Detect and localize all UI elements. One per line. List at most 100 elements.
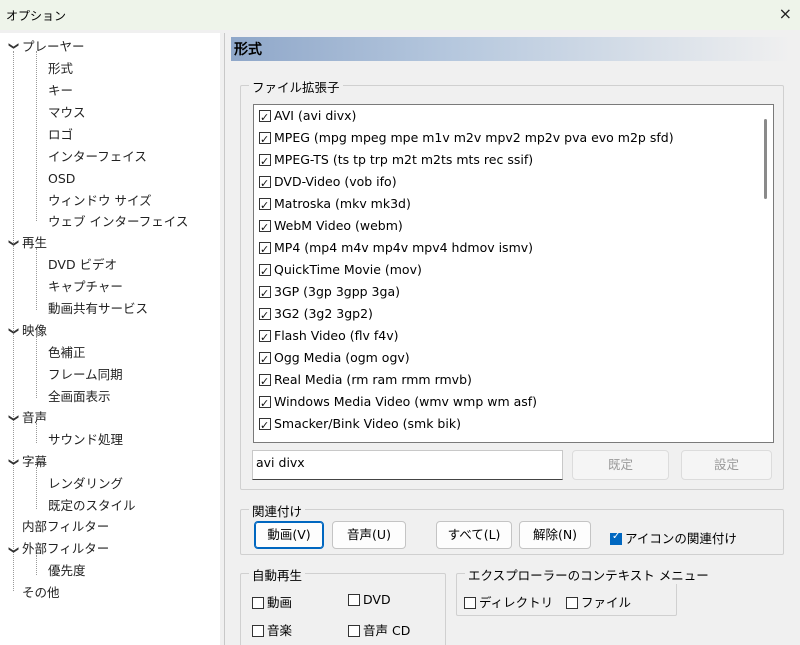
- checkbox[interactable]: [566, 597, 578, 609]
- checkbox[interactable]: [259, 107, 271, 129]
- tree-item-internal-filters[interactable]: 内部フィルター: [22, 517, 109, 537]
- remove-assoc-button[interactable]: 解除(N): [519, 521, 591, 549]
- icon-assoc-checkbox[interactable]: アイコンの関連付け: [610, 528, 737, 547]
- chevron-down-icon[interactable]: ❯: [8, 326, 19, 336]
- chevron-down-icon[interactable]: ❯: [8, 457, 19, 467]
- checkbox[interactable]: [259, 327, 271, 349]
- extensions-input[interactable]: avi divx: [252, 450, 563, 480]
- list-item[interactable]: Matroska (mkv mk3d): [259, 193, 411, 217]
- autoplay-video-checkbox[interactable]: 動画: [252, 592, 292, 611]
- chevron-down-icon[interactable]: ❯: [8, 238, 19, 248]
- chevron-down-icon[interactable]: ❯: [8, 545, 19, 555]
- list-item[interactable]: AVI (avi divx): [259, 105, 356, 129]
- tree-item-web-interface[interactable]: ウェブ インターフェイス: [48, 212, 188, 232]
- tree-item-logo[interactable]: ロゴ: [48, 125, 73, 145]
- set-button[interactable]: 設定: [681, 450, 772, 480]
- tree-item-external-filters[interactable]: 外部フィルター: [22, 539, 109, 559]
- tree-guide-line: [36, 248, 37, 310]
- tree-item-fullscreen[interactable]: 全画面表示: [48, 387, 111, 407]
- checkbox[interactable]: [252, 625, 264, 637]
- audio-assoc-button[interactable]: 音声(U): [332, 521, 406, 549]
- list-item[interactable]: MPEG-TS (ts tp trp m2t m2ts mts rec ssif…: [259, 149, 533, 173]
- list-item[interactable]: Windows Media Video (wmv wmp wm asf): [259, 391, 537, 415]
- video-assoc-button[interactable]: 動画(V): [254, 521, 324, 549]
- options-tree: ❯ プレーヤー 形式 キー マウス ロゴ インターフェイス OSD ウィンドウ …: [0, 33, 220, 645]
- list-item[interactable]: Flash Video (flv f4v): [259, 325, 398, 349]
- tree-item-keys[interactable]: キー: [48, 81, 73, 101]
- checkbox[interactable]: [259, 393, 271, 415]
- autoplay-group-label: 自動再生: [249, 565, 306, 584]
- settings-panel: 形式 ファイル拡張子 AVI (avi divx) MPEG (mpg mpeg…: [224, 33, 800, 645]
- tree-item-player[interactable]: プレーヤー: [22, 37, 85, 57]
- default-button[interactable]: 既定: [572, 450, 669, 480]
- list-item[interactable]: 3G2 (3g2 3gp2): [259, 303, 373, 327]
- tree-item-frame-sync[interactable]: フレーム同期: [48, 365, 123, 385]
- close-icon[interactable]: ×: [779, 4, 792, 23]
- tree-item-other[interactable]: その他: [22, 583, 60, 603]
- tree-item-video-sharing[interactable]: 動画共有サービス: [48, 299, 148, 319]
- list-item-label: 3GP (3gp 3gpp 3ga): [274, 284, 400, 299]
- window-title: オプション: [6, 9, 67, 23]
- list-item[interactable]: Ogg Media (ogm ogv): [259, 347, 410, 371]
- tree-item-window-size[interactable]: ウィンドウ サイズ: [48, 191, 152, 211]
- checkbox[interactable]: [259, 415, 271, 437]
- list-item[interactable]: MP4 (mp4 m4v mp4v mpv4 hdmov ismv): [259, 237, 534, 261]
- tree-item-sound-processing[interactable]: サウンド処理: [48, 430, 123, 450]
- list-item[interactable]: Smacker/Bink Video (smk bik): [259, 413, 461, 437]
- list-item[interactable]: 3GP (3gp 3gpp 3ga): [259, 281, 400, 305]
- checkbox-label: 音声 CD: [363, 623, 411, 638]
- checkbox[interactable]: [259, 239, 271, 261]
- tree-item-audio[interactable]: 音声: [22, 408, 47, 428]
- tree-item-color-correction[interactable]: 色補正: [48, 343, 86, 363]
- checkbox[interactable]: [259, 283, 271, 305]
- tree-item-video[interactable]: 映像: [22, 321, 47, 341]
- chevron-down-icon[interactable]: ❯: [8, 41, 19, 51]
- checkbox-label: 動画: [267, 595, 293, 610]
- list-item[interactable]: QuickTime Movie (mov): [259, 259, 422, 283]
- checkbox[interactable]: [259, 195, 271, 217]
- checkbox[interactable]: [252, 597, 264, 609]
- tree-item-format[interactable]: 形式: [48, 59, 73, 79]
- checkbox[interactable]: [259, 217, 271, 239]
- tree-item-dvd-video[interactable]: DVD ビデオ: [48, 255, 117, 275]
- list-item[interactable]: MPEG (mpg mpeg mpe m1v m2v mpv2 mp2v pva…: [259, 127, 674, 151]
- checkbox[interactable]: [348, 594, 360, 606]
- tree-item-subtitles[interactable]: 字幕: [22, 452, 47, 472]
- tree-item-osd[interactable]: OSD: [48, 169, 75, 189]
- tree-item-playback[interactable]: 再生: [22, 233, 47, 253]
- checkbox[interactable]: [259, 305, 271, 327]
- autoplay-audio-cd-checkbox[interactable]: 音声 CD: [348, 620, 410, 639]
- tree-guide-line: [36, 336, 37, 398]
- list-item-label: MP4 (mp4 m4v mp4v mpv4 hdmov ismv): [274, 240, 534, 255]
- checkbox[interactable]: [610, 531, 622, 545]
- tree-item-mouse[interactable]: マウス: [48, 103, 86, 123]
- checkbox[interactable]: [259, 173, 271, 195]
- chevron-down-icon[interactable]: ❯: [8, 413, 19, 423]
- all-assoc-button[interactable]: すべて(L): [436, 521, 512, 549]
- list-item[interactable]: Real Media (rm ram rmm rmvb): [259, 369, 472, 393]
- tree-item-default-style[interactable]: 既定のスタイル: [48, 496, 136, 516]
- checkbox[interactable]: [464, 597, 476, 609]
- checkbox[interactable]: [259, 371, 271, 393]
- checkbox[interactable]: [259, 129, 271, 151]
- autoplay-dvd-checkbox[interactable]: DVD: [348, 592, 391, 607]
- checkbox[interactable]: [259, 151, 271, 173]
- title-bar: オプション ×: [0, 0, 800, 30]
- checkbox[interactable]: [348, 625, 360, 637]
- tree-item-rendering[interactable]: レンダリング: [48, 474, 123, 494]
- autoplay-music-checkbox[interactable]: 音楽: [252, 620, 292, 639]
- tree-item-priority[interactable]: 優先度: [48, 561, 86, 581]
- tree-item-interface[interactable]: インターフェイス: [48, 147, 147, 167]
- list-item-label: Ogg Media (ogm ogv): [274, 350, 410, 365]
- explorer-directory-checkbox[interactable]: ディレクトリ: [464, 592, 553, 611]
- list-item[interactable]: WebM Video (webm): [259, 215, 403, 239]
- list-item-label: Smacker/Bink Video (smk bik): [274, 416, 461, 431]
- scrollbar-thumb[interactable]: [764, 119, 767, 199]
- checkbox[interactable]: [259, 261, 271, 283]
- extensions-list[interactable]: AVI (avi divx) MPEG (mpg mpeg mpe m1v m2…: [253, 104, 774, 443]
- explorer-file-checkbox[interactable]: ファイル: [566, 592, 631, 611]
- list-item[interactable]: DVD-Video (vob ifo): [259, 171, 397, 195]
- checkbox[interactable]: [259, 349, 271, 371]
- tree-item-capture[interactable]: キャプチャー: [48, 277, 123, 297]
- page-title: 形式: [234, 42, 262, 58]
